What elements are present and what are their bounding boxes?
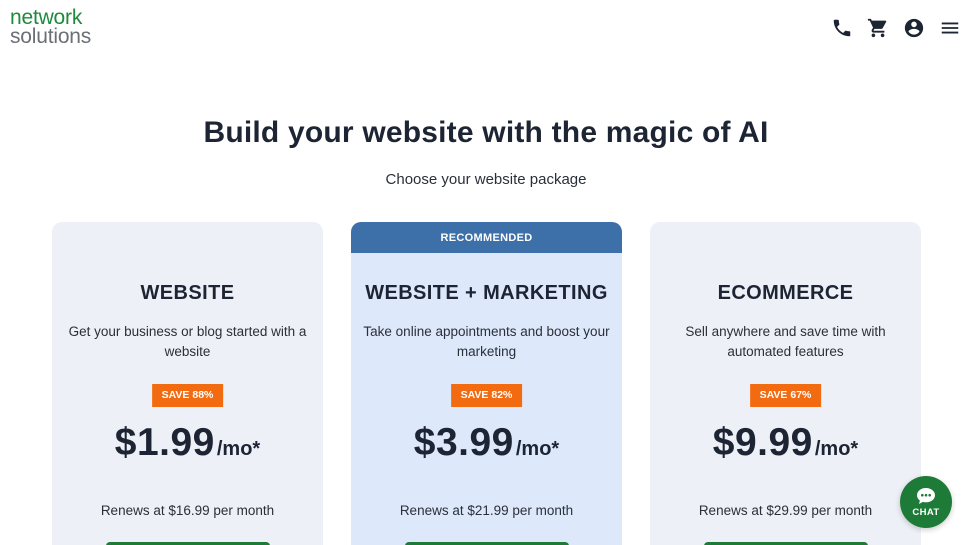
network-solutions-logo[interactable]: network solutions (10, 7, 92, 48)
phone-icon[interactable] (830, 16, 854, 40)
logo-line-2: solutions (10, 25, 92, 48)
price-period: /mo* (216, 438, 261, 460)
price-amount: $9.99 (712, 421, 813, 464)
plan-name: ECOMMERCE (717, 282, 854, 304)
plan-card-ecommerce: ECOMMERCE Sell anywhere and save time wi… (650, 222, 921, 545)
plan-description: Get your business or blog started with a… (68, 324, 307, 359)
plan-name: WEBSITE (140, 282, 235, 304)
account-icon[interactable] (902, 16, 926, 40)
renewal-text: Renews at $16.99 per month (100, 503, 275, 518)
price-amount: $3.99 (413, 421, 514, 464)
chat-button[interactable]: CHAT (900, 476, 952, 528)
chat-bubble-icon (917, 487, 935, 504)
plan-card-website-marketing: RECOMMENDED WEBSITE + MARKETING Take onl… (351, 222, 622, 545)
save-badge: SAVE 67% (749, 384, 822, 407)
plan-price: $3.99/mo* (351, 421, 622, 465)
site-header: network solutions (0, 0, 972, 60)
plan-description: Sell anywhere and save time with automat… (685, 324, 886, 359)
renewal-text: Renews at $29.99 per month (698, 503, 873, 518)
renewal-text: Renews at $21.99 per month (399, 503, 574, 518)
plan-description: Take online appointments and boost your … (363, 324, 610, 359)
plan-card-website: WEBSITE Get your business or blog starte… (52, 222, 323, 545)
page-title: Build your website with the magic of AI (203, 116, 769, 149)
page-subtitle: Choose your website package (385, 171, 587, 188)
price-amount: $1.99 (114, 421, 215, 464)
save-badge: SAVE 88% (151, 384, 224, 407)
plan-name: WEBSITE + MARKETING (365, 282, 608, 304)
plan-price: $9.99/mo* (650, 421, 921, 465)
price-period: /mo* (515, 438, 560, 460)
price-period: /mo* (814, 438, 859, 460)
save-badge: SAVE 82% (450, 384, 523, 407)
chat-label: CHAT (912, 506, 940, 518)
plan-price: $1.99/mo* (52, 421, 323, 465)
recommended-banner: RECOMMENDED (351, 222, 622, 253)
cart-icon[interactable] (866, 16, 890, 40)
menu-icon[interactable] (938, 16, 962, 40)
header-icons (830, 16, 962, 40)
